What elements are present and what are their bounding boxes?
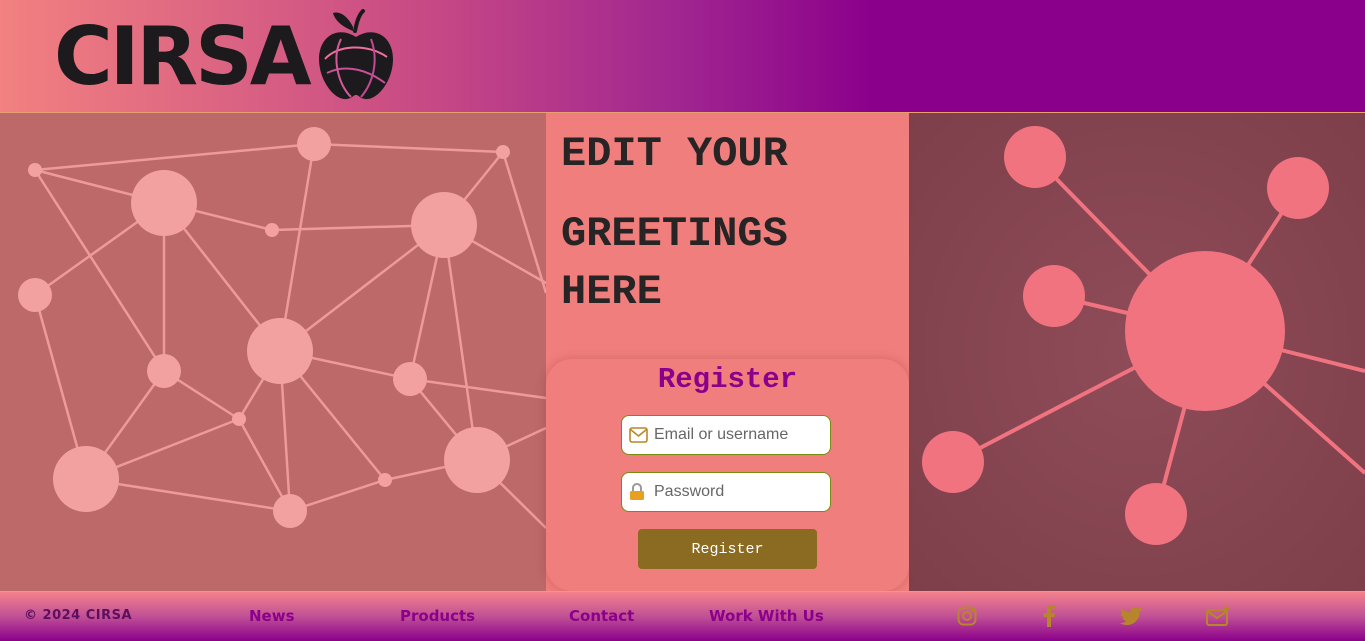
apple-icon [317,8,395,106]
footer-link-work-with-us[interactable]: Work With Us [709,607,824,625]
logo-text: CIRSA [54,10,312,103]
site-header: CIRSA [0,0,1365,113]
envelope-icon [629,427,651,443]
email-input[interactable] [651,426,824,444]
email-field[interactable] [621,415,831,455]
password-field[interactable] [621,472,831,512]
register-title: Register [657,363,798,396]
footer-link-products[interactable]: Products [400,607,475,625]
register-form: Register Register [546,359,909,591]
footer-link-news[interactable]: News [249,607,295,625]
greeting-line-2: GREETINGS HERE [561,210,788,316]
site-footer: © 2024 CIRSA News Products Contact Work … [0,591,1365,641]
facebook-icon[interactable] [1037,604,1061,628]
twitter-icon[interactable] [1119,604,1143,628]
instagram-icon[interactable] [955,604,979,628]
footer-link-contact[interactable]: Contact [569,607,634,625]
register-button[interactable]: Register [638,529,817,569]
password-input[interactable] [651,483,824,501]
greeting-line-1: EDIT YOUR [561,130,788,178]
greeting-heading: EDIT YOUR GREETINGS HERE [561,125,901,321]
network-image-left [0,113,546,591]
lock-icon [629,483,651,501]
mail-plus-icon[interactable] [1206,604,1230,628]
network-image-right [909,113,1365,591]
greeting-panel: EDIT YOUR GREETINGS HERE Register Re [546,113,909,591]
copyright-text: © 2024 CIRSA [24,608,133,623]
logo[interactable]: CIRSA [54,8,395,106]
